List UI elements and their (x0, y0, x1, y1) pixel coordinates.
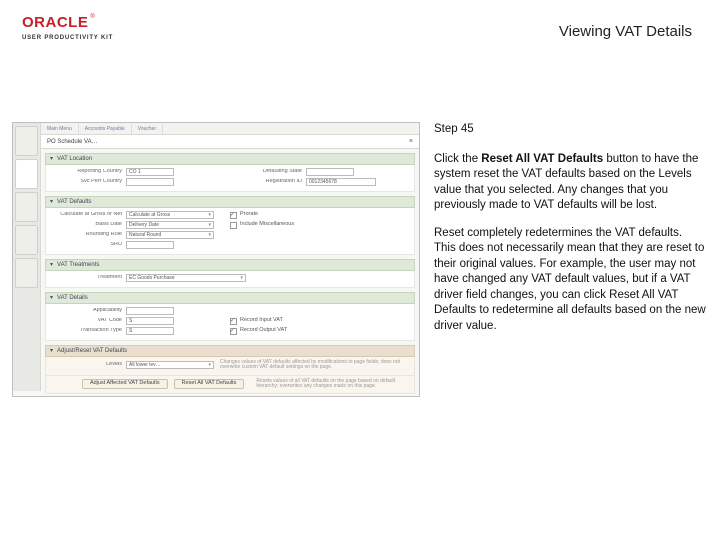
label: Prorate (240, 212, 258, 218)
sidebar-tab[interactable] (15, 126, 38, 156)
defaulting-state-field[interactable] (306, 168, 354, 176)
sidebar-tab[interactable] (15, 159, 38, 189)
reset-all-vat-defaults-button[interactable]: Reset All VAT Defaults (174, 379, 245, 389)
sidebar-tab[interactable] (15, 225, 38, 255)
collapse-icon: ▾ (50, 348, 53, 354)
label: VAT Code (50, 318, 126, 324)
section-title: VAT Location (57, 156, 92, 162)
instruction-paragraph: Reset completely redetermines the VAT de… (434, 226, 706, 335)
app-sidebar (13, 123, 41, 391)
embedded-screenshot: Main Menu Accounts Payable Voucher PO Sc… (12, 122, 420, 397)
collapse-icon: ▾ (50, 199, 53, 205)
window-title: PO Schedule VA… (47, 139, 98, 145)
label: Include Miscellaneous (240, 222, 294, 228)
text: Click the (434, 153, 481, 165)
section-adjust-reset[interactable]: ▾ Adjust/Reset VAT Defaults (45, 345, 415, 357)
section-title: Adjust/Reset VAT Defaults (57, 348, 127, 354)
label: Registration ID (230, 179, 306, 185)
section-vat-treatments[interactable]: ▾ VAT Treatments (45, 259, 415, 271)
window-bar: PO Schedule VA… × (41, 135, 419, 149)
close-icon[interactable]: × (409, 138, 413, 145)
section-title: VAT Details (57, 295, 88, 301)
applicability-field[interactable] (126, 307, 174, 315)
section-title: VAT Defaults (57, 199, 91, 205)
label: Reporting Country (50, 169, 126, 175)
registration-id-field[interactable]: 0012345678 (306, 178, 376, 186)
label: Basis Date (50, 222, 126, 228)
label: Treatment (50, 275, 126, 281)
page-header: ORACLE® USER PRODUCTIVITY KIT Viewing VA… (0, 0, 720, 52)
breadcrumb-item[interactable]: Accounts Payable (85, 124, 132, 134)
section-vat-defaults[interactable]: ▾ VAT Defaults (45, 196, 415, 208)
prorate-checkbox[interactable] (230, 212, 237, 219)
label: Rounding Rule (50, 232, 126, 238)
section-vat-location[interactable]: ▾ VAT Location (45, 153, 415, 165)
label: Record Input VAT (240, 318, 283, 324)
section-title: VAT Treatments (57, 262, 99, 268)
record-output-checkbox[interactable] (230, 328, 237, 335)
collapse-icon: ▾ (50, 295, 53, 301)
label: SRU (50, 242, 126, 248)
label: Levels (50, 362, 126, 368)
sidebar-tab[interactable] (15, 192, 38, 222)
section-vat-details[interactable]: ▾ VAT Details (45, 292, 415, 304)
breadcrumb-tabs: Main Menu Accounts Payable Voucher (41, 123, 419, 135)
oracle-logo: ORACLE® USER PRODUCTIVITY KIT (22, 14, 113, 41)
label: Record Output VAT (240, 328, 287, 334)
breadcrumb-item[interactable]: Main Menu (47, 124, 79, 134)
collapse-icon: ▾ (50, 262, 53, 268)
label: Svc Perf Country (50, 179, 126, 185)
instruction-panel: Step 45 Click the Reset All VAT Defaults… (434, 122, 706, 397)
label: Defaulting State (230, 169, 306, 175)
adjust-affected-vat-defaults-button[interactable]: Adjust Affected VAT Defaults (82, 379, 168, 389)
calc-gross-select[interactable]: Calculate at Gross (126, 211, 214, 219)
basis-date-select[interactable]: Delivery Date (126, 221, 214, 229)
txn-type-field[interactable]: S (126, 327, 174, 335)
sidebar-tab[interactable] (15, 258, 38, 288)
rounding-select[interactable]: Natural Round (126, 231, 214, 239)
vat-code-field[interactable]: S (126, 317, 174, 325)
logo-brand: ORACLE (22, 14, 88, 31)
treatment-select[interactable]: EC Goods Purchase (126, 274, 246, 282)
sru-field[interactable] (126, 241, 174, 249)
levels-select[interactable]: All lower lev… (126, 361, 214, 369)
label: Transaction Type (50, 328, 126, 334)
include-misc-checkbox[interactable] (230, 222, 237, 229)
label: Calculate at Gross or Net (50, 212, 126, 218)
bold-text: Reset All VAT Defaults (481, 153, 603, 165)
page-title: Viewing VAT Details (559, 24, 692, 39)
logo-tm-icon: ® (90, 14, 94, 20)
svc-perf-country-field[interactable] (126, 178, 174, 186)
logo-subtitle: USER PRODUCTIVITY KIT (22, 35, 113, 41)
record-input-checkbox[interactable] (230, 318, 237, 325)
step-label: Step 45 (434, 122, 706, 138)
collapse-icon: ▾ (50, 156, 53, 162)
instruction-paragraph: Click the Reset All VAT Defaults button … (434, 152, 706, 214)
reporting-country-field[interactable]: CO 1 (126, 168, 174, 176)
hint-text: Changes values of VAT defaults affected … (214, 360, 410, 370)
label: Applicability (50, 308, 126, 314)
hint-text: Resets values of all VAT defaults on the… (250, 379, 404, 389)
breadcrumb-item[interactable]: Voucher (138, 124, 163, 134)
